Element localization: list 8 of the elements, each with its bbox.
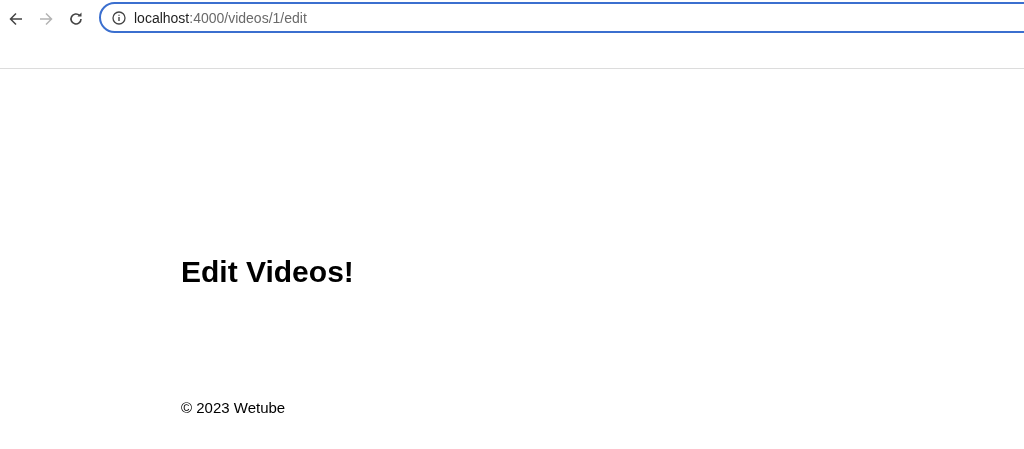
reload-icon [68, 11, 84, 27]
footer-text: © 2023 Wetube [181, 399, 287, 416]
left-arrow-icon [8, 11, 24, 27]
right-arrow-icon [38, 11, 54, 27]
page-heading: Edit Videos! [181, 255, 355, 289]
address-bar[interactable]: localhost:4000/videos/1/edit [99, 2, 1024, 33]
info-icon[interactable] [112, 10, 126, 25]
url-text: localhost:4000/videos/1/edit [134, 9, 307, 26]
